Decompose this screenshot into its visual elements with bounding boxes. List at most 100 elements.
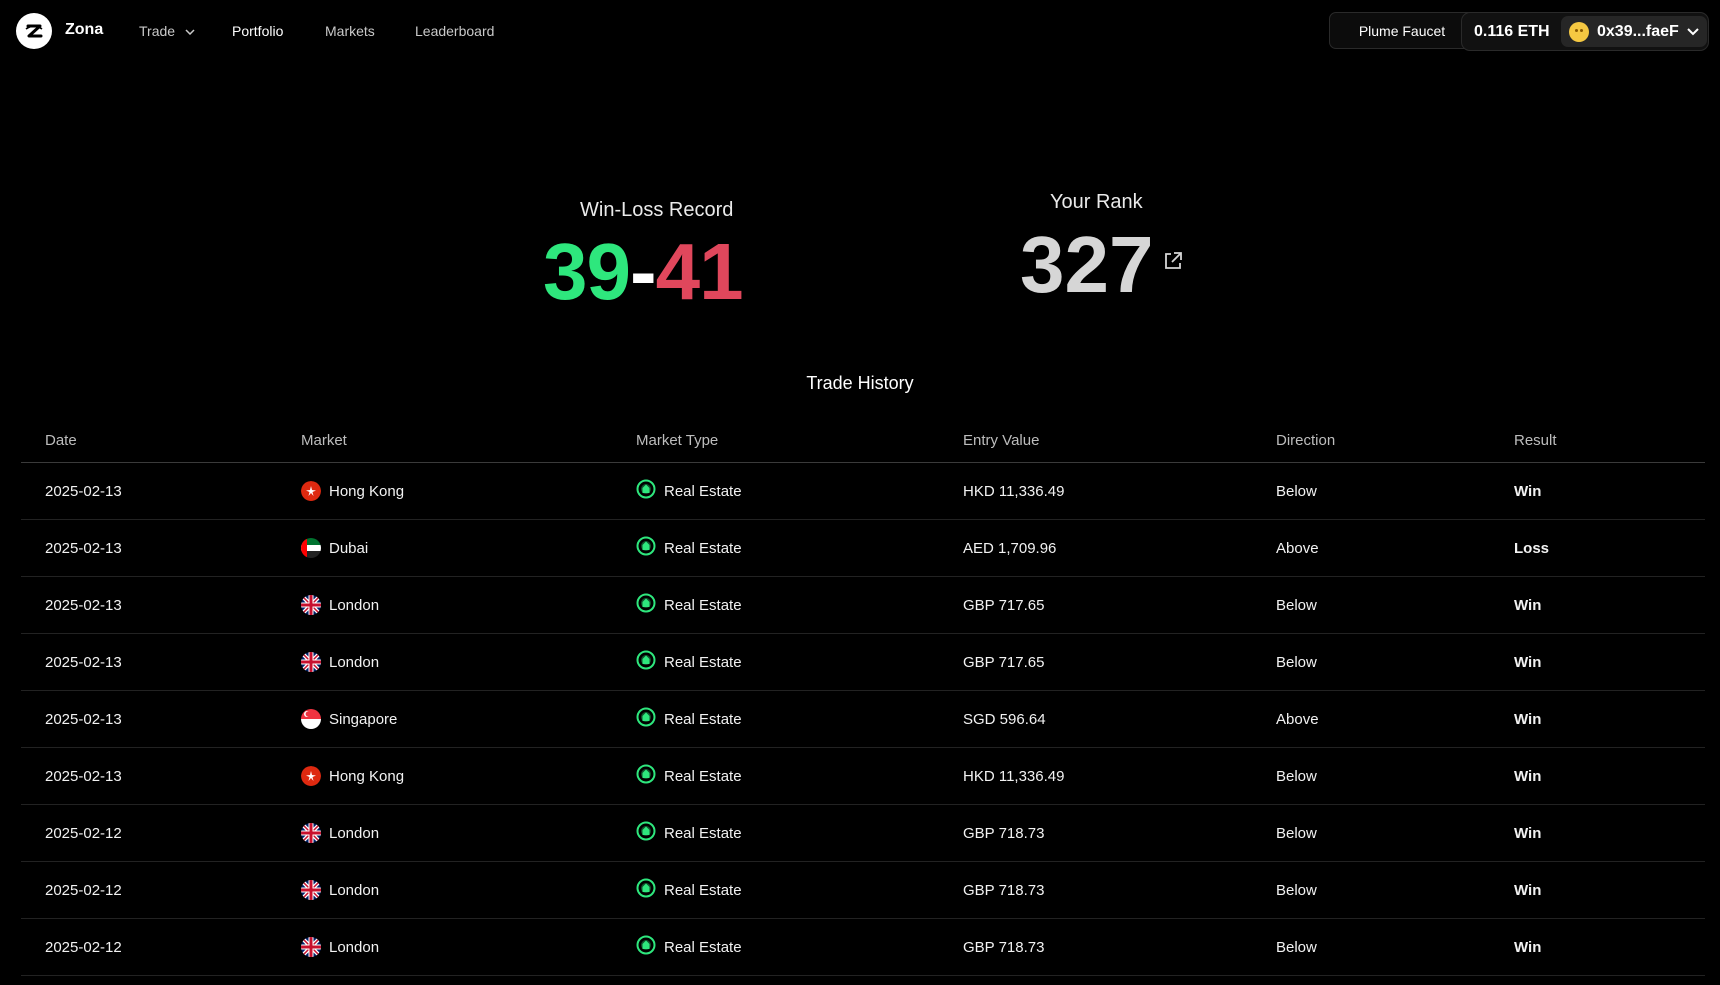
nav-trade-label: Trade [139,23,176,39]
table-row: 2025-02-12 London Real Estate GBP 718.73 Bel… [21,918,1705,976]
cell-date: 2025-02-13 [21,633,301,691]
nav-leaderboard[interactable]: Leaderboard [415,23,494,39]
cell-date: 2025-02-12 [21,861,301,919]
flag-uk-icon [301,652,321,672]
flag-uk-icon [301,880,321,900]
cell-result: Win [1514,462,1705,520]
win-loss-record: 39-41 [543,232,744,312]
cell-market-type: Real Estate [636,804,963,862]
plume-faucet-button[interactable]: Plume Faucet [1329,12,1475,49]
real-estate-icon [636,935,656,959]
cell-market: London [301,861,636,919]
chevron-down-icon [1687,27,1699,35]
losses-count: 41 [655,227,744,316]
nav-portfolio[interactable]: Portfolio [232,23,283,39]
cell-market: London [301,804,636,862]
win-loss-label: Win-Loss Record [580,199,734,221]
cell-direction: Below [1276,804,1514,862]
real-estate-icon [636,707,656,731]
record-separator: - [629,227,657,316]
nav-markets[interactable]: Markets [325,23,375,39]
cell-market: London [301,918,636,976]
column-header-market: Market [301,418,636,463]
top-navigation-bar: Zona Trade Portfolio Markets Leaderboard… [0,0,1720,62]
cell-direction: Above [1276,519,1514,577]
real-estate-icon [636,479,656,503]
table-row: 2025-02-13 Hong Kong Real Estate HKD 11,336… [21,747,1705,805]
cell-direction: Below [1276,576,1514,634]
rank-value: 327 [1020,220,1154,309]
cell-date: 2025-02-13 [21,690,301,748]
cell-market-type: Real Estate [636,747,963,805]
market-type-label: Real Estate [664,824,742,842]
real-estate-icon [636,593,656,617]
flag-sg-icon [301,709,321,729]
eth-balance: 0.116 ETH [1474,23,1550,40]
table-row: 2025-02-12 London Real Estate GBP 718.73 Bel… [21,861,1705,919]
rank-label: Your Rank [1050,191,1143,213]
wallet-widget: 0.116 ETH 0x39...faeF [1461,12,1709,51]
cell-market-type: Real Estate [636,918,963,976]
cell-result: Win [1514,804,1705,862]
table-row: 2025-02-13 Hong Kong Real Estate HKD 11,336… [21,462,1705,520]
cell-result: Win [1514,918,1705,976]
cell-result: Win [1514,861,1705,919]
market-name: London [329,824,380,842]
wins-count: 39 [543,227,631,316]
cell-result: Win [1514,747,1705,805]
external-link-icon[interactable] [1162,250,1184,272]
trade-history-table: Date Market Market Type Entry Value Dire… [21,418,1705,976]
cell-result: Win [1514,633,1705,691]
flag-ae-icon [301,538,321,558]
cell-market: London [301,633,636,691]
trade-history-title: Trade History [806,373,914,393]
market-name: Hong Kong [329,482,405,500]
cell-entry-value: HKD 11,336.49 [963,747,1276,805]
cell-market: Singapore [301,690,636,748]
trade-rows: 2025-02-13 Hong Kong Real Estate HKD 11,336… [21,462,1705,976]
table-row: 2025-02-13 London Real Estate GBP 717.65 Bel… [21,576,1705,634]
cell-entry-value: GBP 717.65 [963,576,1276,634]
real-estate-icon [636,650,656,674]
cell-date: 2025-02-13 [21,747,301,805]
market-name: Dubai [329,539,369,557]
plume-faucet-label: Plume Faucet [1358,22,1446,39]
column-header-date: Date [21,418,301,463]
cell-market-type: Real Estate [636,690,963,748]
cell-entry-value: GBP 717.65 [963,633,1276,691]
cell-direction: Below [1276,747,1514,805]
market-type-label: Real Estate [664,710,742,728]
account-button[interactable]: 0x39...faeF [1561,16,1707,47]
cell-entry-value: GBP 718.73 [963,918,1276,976]
market-type-label: Real Estate [664,596,742,614]
market-name: London [329,938,380,956]
cell-entry-value: GBP 718.73 [963,861,1276,919]
column-header-entry-value: Entry Value [963,418,1276,463]
nav-trade[interactable]: Trade [139,23,195,39]
cell-market-type: Real Estate [636,462,963,520]
brand-name[interactable]: Zona [65,21,103,39]
market-type-label: Real Estate [664,767,742,785]
cell-result: Win [1514,690,1705,748]
real-estate-icon [636,764,656,788]
cell-market: London [301,576,636,634]
real-estate-icon [636,821,656,845]
market-name: London [329,881,380,899]
cell-market-type: Real Estate [636,576,963,634]
cell-market-type: Real Estate [636,861,963,919]
flag-uk-icon [301,937,321,957]
cell-market: Hong Kong [301,462,636,520]
column-header-direction: Direction [1276,418,1514,463]
market-name: Hong Kong [329,767,405,785]
column-header-market-type: Market Type [636,418,963,463]
market-type-label: Real Estate [664,653,742,671]
market-type-label: Real Estate [664,539,742,557]
table-row: 2025-02-13 Dubai Real Estate AED 1,709.96 Ab… [21,519,1705,577]
flag-hk-icon [301,766,321,786]
market-type-label: Real Estate [664,482,742,500]
cell-direction: Below [1276,633,1514,691]
cell-direction: Above [1276,690,1514,748]
cell-entry-value: SGD 596.64 [963,690,1276,748]
zona-logo-icon[interactable] [16,13,52,49]
market-name: Singapore [329,710,398,728]
